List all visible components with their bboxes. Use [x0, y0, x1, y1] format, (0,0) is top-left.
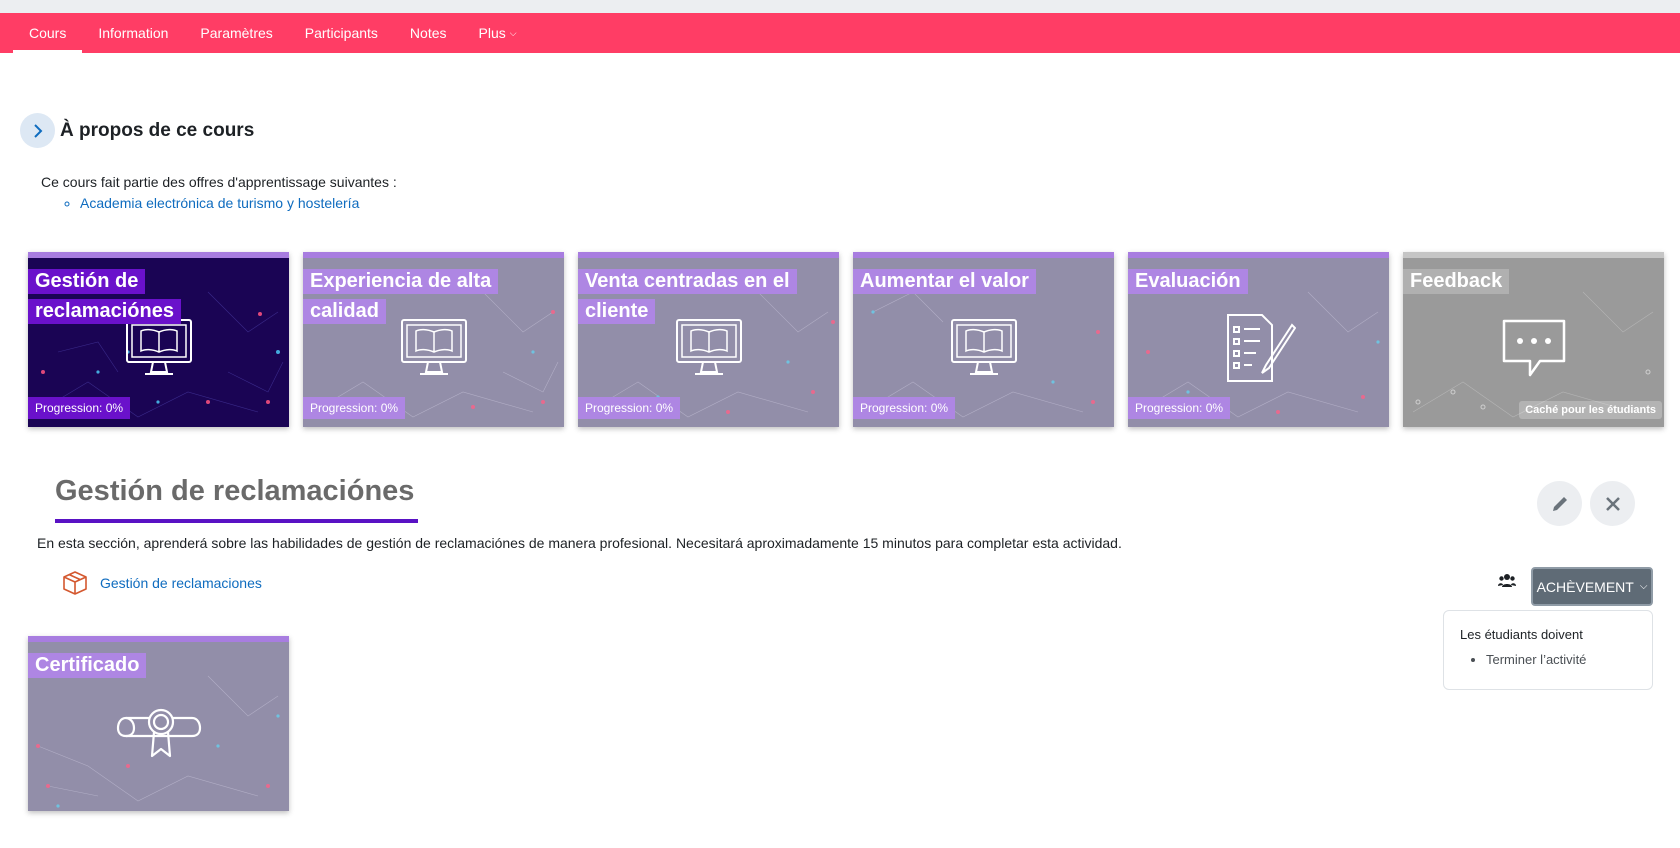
offers-text: Ce cours fait partie des offres d'appren…: [41, 174, 397, 190]
achievement-dropdown-button[interactable]: ACHÈVEMENT ⌵: [1531, 567, 1653, 606]
tab-cours-label: Cours: [29, 25, 67, 41]
activity-tiles: Gestión de reclamaciónes Progression: 0%…: [28, 252, 1664, 427]
tile-progress: Progression: 0%: [578, 397, 681, 419]
tab-cours[interactable]: Cours: [13, 13, 83, 53]
tile-progress: Progression: 0%: [853, 397, 956, 419]
popover-list: Terminer l’activité: [1460, 652, 1636, 667]
achievement-button-label: ACHÈVEMENT: [1536, 578, 1634, 595]
tile-title: Aumentar el valor: [853, 266, 1093, 296]
achievement-popover: Les étudiants doivent Terminer l’activit…: [1443, 610, 1653, 690]
checklist-icon: [1226, 314, 1296, 383]
popover-heading: Les étudiants doivent: [1460, 627, 1583, 642]
close-button[interactable]: [1590, 481, 1635, 526]
package-icon: [63, 571, 87, 595]
section-description: En esta sección, aprenderá sobre las hab…: [37, 535, 1122, 551]
tile-title: Experiencia de alta calidad: [303, 266, 543, 326]
section-title-underline: [55, 519, 418, 523]
tab-participants[interactable]: Participants: [289, 13, 394, 53]
hidden-badge: Caché pour les étudiants: [1519, 401, 1662, 419]
tile-feedback[interactable]: Feedback Caché pour les étudiants: [1403, 252, 1664, 427]
chevron-down-icon: ⌵: [1639, 581, 1648, 592]
tile-topbar: [28, 252, 289, 258]
tab-plus-label: Plus: [478, 25, 506, 41]
about-title: À propos de ce cours: [60, 119, 255, 141]
chevron-down-icon: ⌵: [509, 27, 517, 38]
tile-title: Gestión de reclamaciónes: [28, 266, 268, 326]
monitor-book-icon: [950, 319, 1017, 376]
offer-link[interactable]: Academia electrónica de turismo y hostel…: [80, 195, 359, 211]
close-icon: [1605, 496, 1620, 511]
monitor-book-icon: [675, 319, 742, 376]
tab-parametres-label: Paramètres: [200, 25, 273, 41]
certificate-icon: [116, 709, 201, 758]
monitor-book-icon: [400, 319, 467, 376]
tile-topbar: [853, 252, 1114, 258]
tile-topbar: [303, 252, 564, 258]
tab-parametres[interactable]: Paramètres: [184, 13, 288, 53]
tile-topbar: [578, 252, 839, 258]
tile-progress: Progression: 0%: [1128, 397, 1231, 419]
activity-link[interactable]: Gestión de reclamaciones: [100, 575, 262, 591]
chevron-right-icon: [33, 123, 42, 138]
browser-top-strip: [0, 0, 1680, 13]
tile-evaluacion[interactable]: Evaluación Progression: 0%: [1128, 252, 1389, 427]
activity-row: Gestión de reclamaciones: [62, 570, 262, 596]
tab-notes-label: Notes: [409, 25, 447, 41]
tile-title: Venta centradas en el cliente: [578, 266, 818, 326]
expand-toggle-button[interactable]: [20, 113, 55, 148]
course-navbar: Cours Information Paramètres Participant…: [0, 13, 1680, 53]
tile-certificado[interactable]: Certificado: [28, 636, 289, 811]
tile-title: Evaluación: [1128, 266, 1368, 296]
monitor-book-icon: [125, 319, 192, 376]
tab-information-label: Information: [98, 25, 169, 41]
tile-gestion-reclamaciones[interactable]: Gestión de reclamaciónes Progression: 0%: [28, 252, 289, 427]
tab-plus[interactable]: Plus ⌵: [463, 13, 533, 53]
tile-topbar: [1403, 252, 1664, 258]
tab-participants-label: Participants: [304, 25, 378, 41]
tile-progress: Progression: 0%: [28, 397, 131, 419]
tile-title: Certificado: [28, 650, 268, 680]
speech-bubble-icon: [1502, 320, 1565, 377]
tab-information[interactable]: Information: [82, 13, 184, 53]
edit-button[interactable]: [1537, 481, 1582, 526]
tile-topbar: [1128, 252, 1389, 258]
group-mode-icon[interactable]: [1498, 573, 1516, 589]
tile-venta-centradas-cliente[interactable]: Venta centradas en el cliente Progressio…: [578, 252, 839, 427]
offers-list: Academia electrónica de turismo y hostel…: [80, 195, 359, 211]
popover-item: Terminer l’activité: [1486, 652, 1636, 667]
tile-aumentar-valor[interactable]: Aumentar el valor Progression: 0%: [853, 252, 1114, 427]
about-section-header: À propos de ce cours: [20, 113, 254, 148]
tile-topbar: [28, 636, 289, 642]
tab-notes[interactable]: Notes: [394, 13, 463, 53]
section-title: Gestión de reclamaciónes: [55, 475, 415, 507]
tile-experiencia-alta-calidad[interactable]: Experiencia de alta calidad Progression:…: [303, 252, 564, 427]
tile-progress: Progression: 0%: [303, 397, 406, 419]
tile-title: Feedback: [1403, 266, 1643, 296]
pencil-icon: [1552, 496, 1567, 511]
